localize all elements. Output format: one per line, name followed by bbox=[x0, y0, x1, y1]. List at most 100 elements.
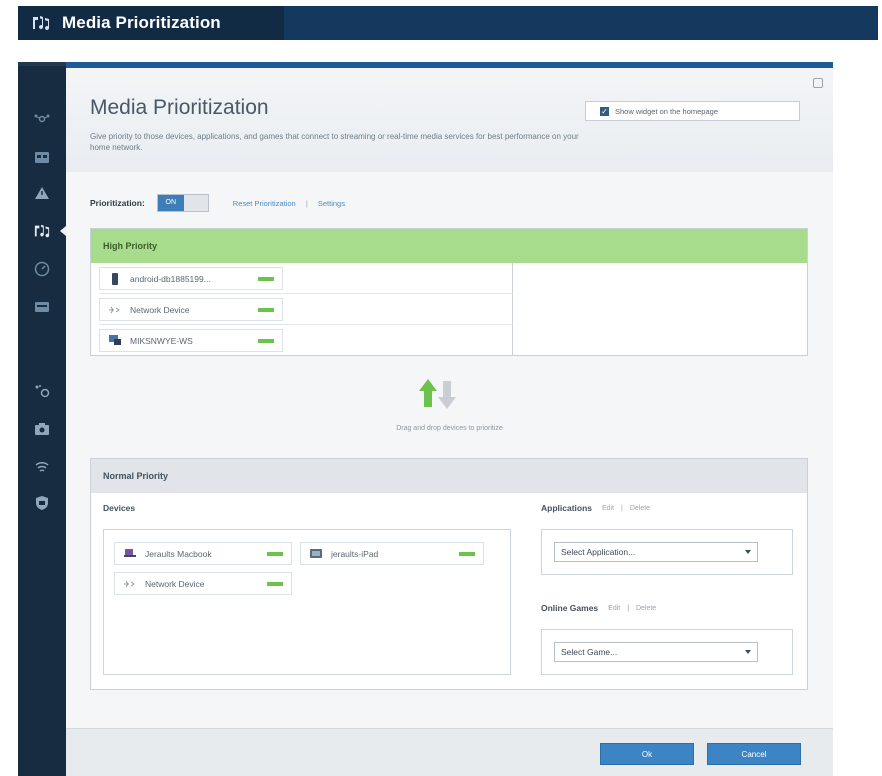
tablet-icon bbox=[309, 548, 323, 560]
footer-bar: Ok Cancel bbox=[66, 728, 833, 776]
prioritization-toggle[interactable]: ON bbox=[156, 194, 209, 212]
list-item: android-db1885199... bbox=[99, 263, 513, 294]
prioritization-links: Reset Prioritization | Settings bbox=[233, 199, 345, 208]
show-widget-label: Show widget on the homepage bbox=[615, 106, 718, 116]
sidebar-top-strip bbox=[18, 62, 66, 66]
high-priority-header: High Priority bbox=[91, 229, 807, 263]
applications-links: Edit | Delete bbox=[602, 505, 650, 512]
sidebar-item-security[interactable] bbox=[30, 492, 54, 514]
applications-delete-link[interactable]: Delete bbox=[630, 505, 650, 512]
page-header: Media Prioritization Give priority to th… bbox=[66, 68, 833, 172]
sidebar-item-external-storage[interactable] bbox=[30, 296, 54, 318]
link-separator: | bbox=[627, 604, 630, 612]
device-name: Jeraults Macbook bbox=[145, 548, 212, 559]
cancel-button[interactable]: Cancel bbox=[707, 743, 801, 765]
close-icon[interactable] bbox=[813, 78, 823, 88]
applications-edit-link[interactable]: Edit bbox=[602, 505, 614, 512]
ok-button[interactable]: Ok bbox=[600, 743, 694, 765]
page-title: Media Prioritization bbox=[90, 96, 269, 119]
device-name: android-db1885199... bbox=[130, 273, 211, 284]
sidebar-item-network-map[interactable] bbox=[30, 108, 54, 130]
device-name: Network Device bbox=[145, 578, 205, 589]
link-separator: | bbox=[305, 198, 308, 208]
applications-select-box: Select Application... bbox=[541, 529, 793, 575]
online-games-delete-link[interactable]: Delete bbox=[636, 605, 656, 612]
device-card[interactable]: Network Device bbox=[114, 572, 292, 595]
chevron-down-icon bbox=[745, 550, 751, 554]
high-priority-device-list: android-db1885199... Network Device MIKS… bbox=[91, 263, 513, 356]
page-description: Give priority to those devices, applicat… bbox=[90, 132, 579, 152]
window-title-bar: Media Prioritization bbox=[18, 6, 878, 40]
apps-icon bbox=[35, 152, 49, 163]
online-games-label: Online Games bbox=[541, 603, 599, 613]
sidebar-item-media-prioritization[interactable] bbox=[30, 220, 66, 242]
list-item: Network Device bbox=[99, 294, 513, 325]
sidebar-item-connectivity[interactable] bbox=[30, 380, 54, 402]
device-card[interactable]: Jeraults Macbook bbox=[114, 542, 292, 565]
main-panel: Media Prioritization Give priority to th… bbox=[66, 62, 833, 776]
select-application-value: Select Application... bbox=[561, 547, 636, 557]
normal-priority-panel: Normal Priority Devices Jeraults Macbook… bbox=[90, 458, 808, 690]
warning-icon bbox=[35, 187, 49, 199]
device-card[interactable]: Network Device bbox=[99, 298, 283, 321]
sidebar-item-speed-test[interactable] bbox=[30, 258, 54, 280]
normal-priority-header: Normal Priority bbox=[91, 459, 807, 493]
computer-icon bbox=[108, 335, 122, 347]
sidebar-item-alerts[interactable] bbox=[30, 182, 54, 204]
storage-icon bbox=[35, 302, 49, 312]
online-games-links: Edit | Delete bbox=[608, 605, 656, 612]
status-indicator bbox=[258, 276, 274, 281]
network-device-icon bbox=[123, 578, 137, 590]
online-games-section-label: Online Games Edit | Delete bbox=[541, 603, 656, 613]
status-indicator bbox=[258, 338, 274, 343]
prioritization-row: Prioritization: ON Reset Prioritization … bbox=[90, 194, 345, 212]
chevron-down-icon bbox=[745, 650, 751, 654]
online-games-select-box: Select Game... bbox=[541, 629, 793, 675]
speed-test-icon bbox=[34, 261, 50, 277]
status-indicator bbox=[267, 581, 283, 586]
select-game-dropdown[interactable]: Select Game... bbox=[554, 642, 758, 662]
high-priority-panel: High Priority android-db1885199... Netwo… bbox=[90, 228, 808, 356]
device-card[interactable]: MIKSNWYE-WS bbox=[99, 329, 283, 352]
network-map-icon bbox=[34, 114, 50, 123]
link-separator: | bbox=[621, 504, 623, 512]
status-indicator bbox=[258, 307, 274, 312]
settings-link[interactable]: Settings bbox=[318, 199, 345, 208]
drag-hint: Drag and drop devices to prioritize bbox=[396, 425, 503, 432]
online-games-edit-link[interactable]: Edit bbox=[608, 605, 620, 612]
sidebar-item-apps[interactable] bbox=[30, 146, 54, 168]
device-card[interactable]: jeraults-iPad bbox=[300, 542, 484, 565]
reset-prioritization-link[interactable]: Reset Prioritization bbox=[233, 199, 296, 208]
media-prioritization-icon bbox=[34, 224, 50, 238]
select-game-value: Select Game... bbox=[561, 647, 618, 657]
device-name: jeraults-iPad bbox=[331, 548, 379, 559]
phone-icon bbox=[108, 272, 122, 285]
app-frame: Media Prioritization Give priority to th… bbox=[18, 62, 833, 776]
title-bar-content: Media Prioritization bbox=[18, 12, 221, 34]
applications-section-label: Applications Edit | Delete bbox=[541, 503, 650, 513]
device-card[interactable]: android-db1885199... bbox=[99, 267, 283, 290]
sidebar-item-wireless[interactable] bbox=[30, 456, 54, 478]
window-title: Media Prioritization bbox=[62, 13, 221, 32]
applications-label: Applications bbox=[541, 503, 593, 513]
shield-icon bbox=[36, 496, 48, 510]
wireless-icon bbox=[35, 461, 49, 472]
select-application-dropdown[interactable]: Select Application... bbox=[554, 542, 758, 562]
title-bar-light-segment bbox=[284, 6, 878, 40]
sidebar bbox=[18, 62, 66, 776]
device-name: Network Device bbox=[130, 304, 190, 315]
sidebar-item-troubleshooting[interactable] bbox=[30, 418, 54, 440]
media-prioritization-icon bbox=[30, 12, 52, 34]
network-device-icon bbox=[108, 304, 122, 316]
devices-label: Devices bbox=[103, 503, 136, 513]
device-name: MIKSNWYE-WS bbox=[130, 335, 193, 346]
checkmark-icon[interactable]: ✓ bbox=[600, 106, 609, 116]
status-indicator bbox=[267, 551, 283, 556]
laptop-icon bbox=[123, 548, 137, 560]
show-widget-checkbox[interactable]: ✓ Show widget on the homepage bbox=[585, 101, 800, 121]
toggle-on-label: ON bbox=[157, 195, 184, 211]
list-item: MIKSNWYE-WS bbox=[99, 325, 513, 356]
normal-priority-device-list: Jeraults Macbook jeraults-iPad Network D… bbox=[103, 529, 511, 675]
drag-arrows-icon bbox=[419, 379, 456, 409]
prioritization-label: Prioritization: bbox=[90, 198, 145, 208]
